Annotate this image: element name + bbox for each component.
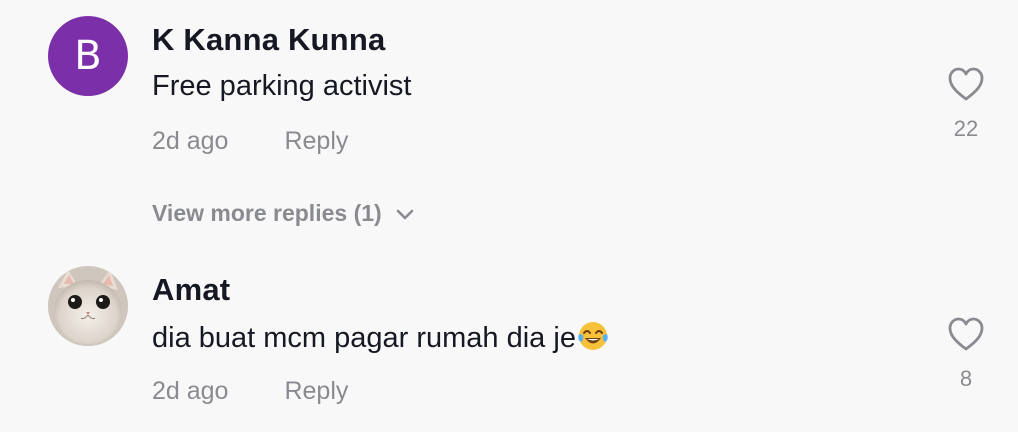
comment-username[interactable]: Amat [152,272,230,308]
cat-photo-avatar [48,266,128,346]
comment-meta: 2d ago Reply [152,377,348,406]
comment-list: B K Kanna Kunna Free parking activist 2d… [0,0,1018,432]
heart-icon [948,67,984,101]
like-count: 22 [953,116,979,141]
comment-timestamp: 2d ago [152,127,229,155]
comment-timestamp: 2d ago [152,377,229,405]
comment-item: B K Kanna Kunna Free parking activist 2d… [0,0,1018,250]
avatar[interactable] [48,266,128,346]
comment-username[interactable]: K Kanna Kunna [152,22,385,58]
avatar[interactable]: B [48,16,128,96]
heart-icon [948,317,984,351]
reply-button[interactable]: Reply [284,377,348,406]
comment-item: Amat dia buat mcm pagar rumah dia je 2d … [0,252,1018,432]
reply-button[interactable]: Reply [284,127,348,156]
comment-text-line: dia buat mcm pagar rumah dia je [152,320,609,355]
comment-text: dia buat mcm pagar rumah dia je [152,322,576,354]
avatar-letter: B [74,33,102,79]
like-button[interactable]: 8 [936,316,996,392]
like-count: 8 [959,366,973,391]
tears-of-joy-emoji-icon [578,322,608,350]
comment-meta: 2d ago Reply [152,127,348,156]
comment-text: Free parking activist [152,70,412,102]
view-more-replies-label: View more replies (1) [152,200,382,226]
like-button[interactable]: 22 [936,66,996,142]
chevron-down-icon [396,209,413,219]
view-more-replies-button[interactable]: View more replies (1) [152,200,416,227]
